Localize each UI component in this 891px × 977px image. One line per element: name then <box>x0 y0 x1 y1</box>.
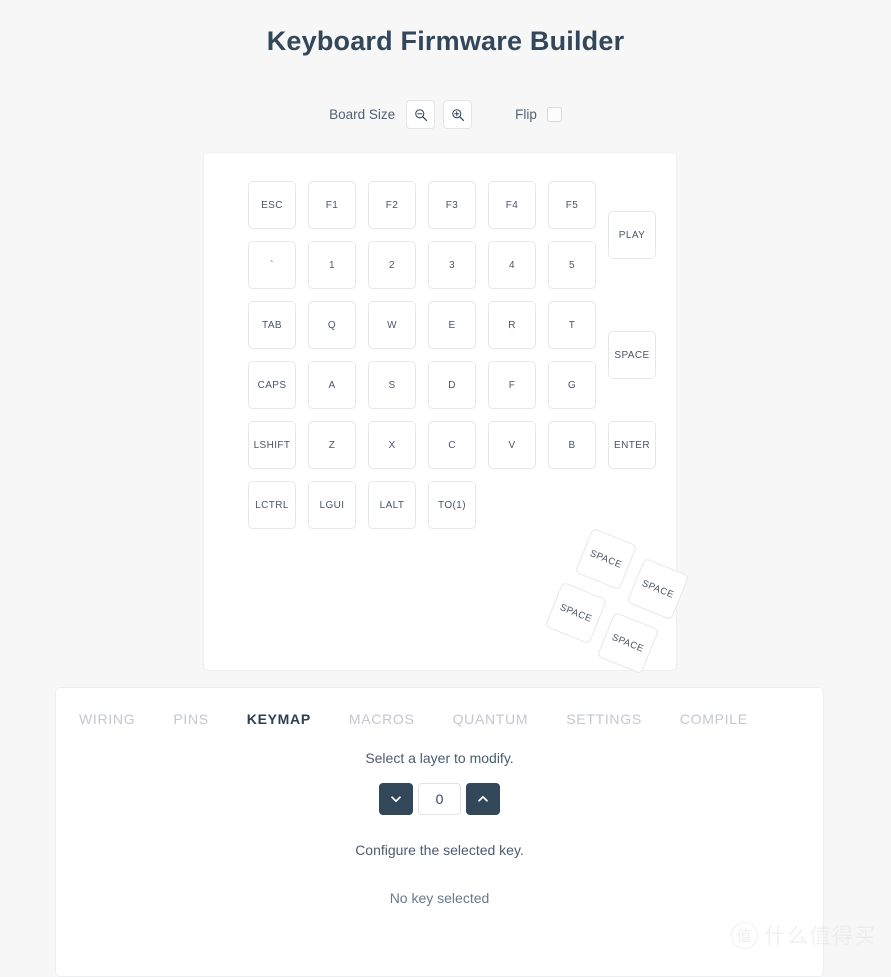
keyboard-key[interactable]: 4 <box>488 241 536 289</box>
keyboard-key[interactable]: E <box>428 301 476 349</box>
keyboard-key[interactable]: ESC <box>248 181 296 229</box>
keyboard-key[interactable]: F4 <box>488 181 536 229</box>
flip-label: Flip <box>515 107 537 122</box>
keyboard-key-rotated[interactable]: SPACE <box>626 557 690 621</box>
keyboard-key[interactable]: LSHIFT <box>248 421 296 469</box>
keyboard-key[interactable]: S <box>368 361 416 409</box>
layer-stepper <box>56 783 823 815</box>
keyboard-key[interactable]: LCTRL <box>248 481 296 529</box>
tab-settings[interactable]: SETTINGS <box>566 703 642 735</box>
magnifier-plus-icon <box>451 108 465 122</box>
keyboard-key-rotated[interactable]: SPACE <box>574 527 638 591</box>
keyboard-key[interactable]: SPACE <box>608 331 656 379</box>
board-toolbar: Board Size Flip <box>0 100 891 129</box>
keyboard-key[interactable]: Q <box>308 301 356 349</box>
editor-tab-bar: WIRING PINS KEYMAP MACROS QUANTUM SETTINGS COM… <box>79 703 786 735</box>
tab-macros[interactable]: MACROS <box>349 703 415 735</box>
keyboard-key[interactable]: A <box>308 361 356 409</box>
flip-checkbox[interactable] <box>546 107 562 122</box>
keyboard-key[interactable]: F <box>488 361 536 409</box>
keymap-tab-pane: Select a layer to modify. Configure the … <box>56 750 823 906</box>
zoom-out-button[interactable] <box>406 100 436 129</box>
tab-wiring[interactable]: WIRING <box>79 703 135 735</box>
keyboard-key[interactable]: Z <box>308 421 356 469</box>
keyboard-key[interactable]: 1 <box>308 241 356 289</box>
keyboard-key[interactable]: B <box>548 421 596 469</box>
board-size-label: Board Size <box>329 107 396 122</box>
keyboard-key[interactable]: ` <box>248 241 296 289</box>
keyboard-key[interactable]: C <box>428 421 476 469</box>
keyboard-key[interactable]: 2 <box>368 241 416 289</box>
tab-keymap[interactable]: KEYMAP <box>247 703 311 735</box>
keyboard-key[interactable]: G <box>548 361 596 409</box>
keyboard-key[interactable]: F2 <box>368 181 416 229</box>
keyboard-key[interactable]: W <box>368 301 416 349</box>
keyboard-key[interactable]: PLAY <box>608 211 656 259</box>
tab-pins[interactable]: PINS <box>173 703 208 735</box>
keyboard-key[interactable]: CAPS <box>248 361 296 409</box>
keyboard-key-rotated[interactable]: SPACE <box>544 581 608 645</box>
keyboard-key[interactable]: F5 <box>548 181 596 229</box>
chevron-up-icon <box>476 792 490 806</box>
keyboard-key[interactable]: F3 <box>428 181 476 229</box>
keyboard-board-panel: ESC F1 F2 F3 F4 F5 ` 1 2 3 4 5 TAB Q W E R T CAPS A S D F G LSHI… <box>203 152 690 675</box>
keyboard-key[interactable]: T <box>548 301 596 349</box>
layer-value-input[interactable] <box>418 783 461 815</box>
tab-compile[interactable]: COMPILE <box>680 703 748 735</box>
layer-increment-button[interactable] <box>466 783 500 815</box>
keyboard-key[interactable]: V <box>488 421 536 469</box>
keyboard-key[interactable]: TAB <box>248 301 296 349</box>
editor-panel: WIRING PINS KEYMAP MACROS QUANTUM SETTINGS COM… <box>55 687 824 977</box>
keyboard-key[interactable]: TO(1) <box>428 481 476 529</box>
keyboard-key-rotated[interactable]: SPACE <box>596 611 660 675</box>
no-key-selected-message: No key selected <box>389 890 490 906</box>
keyboard-key[interactable]: 3 <box>428 241 476 289</box>
keyboard-key[interactable]: D <box>428 361 476 409</box>
keyboard-key[interactable]: X <box>368 421 416 469</box>
configure-key-prompt: Configure the selected key. <box>355 842 524 858</box>
page-title: Keyboard Firmware Builder <box>266 26 625 56</box>
zoom-in-button[interactable] <box>443 100 473 129</box>
keyboard-key[interactable]: LALT <box>368 481 416 529</box>
tab-quantum[interactable]: QUANTUM <box>453 703 529 735</box>
chevron-down-icon <box>389 792 403 806</box>
layer-prompt: Select a layer to modify. <box>365 750 514 766</box>
layer-decrement-button[interactable] <box>379 783 413 815</box>
magnifier-minus-icon <box>414 108 428 122</box>
keyboard-key-layout: ESC F1 F2 F3 F4 F5 ` 1 2 3 4 5 TAB Q W E R T CAPS A S D F G LSHI… <box>204 153 690 675</box>
keyboard-key[interactable]: LGUI <box>308 481 356 529</box>
keyboard-key[interactable]: ENTER <box>608 421 656 469</box>
keyboard-key[interactable]: 5 <box>548 241 596 289</box>
keyboard-key[interactable]: F1 <box>308 181 356 229</box>
keyboard-key[interactable]: R <box>488 301 536 349</box>
